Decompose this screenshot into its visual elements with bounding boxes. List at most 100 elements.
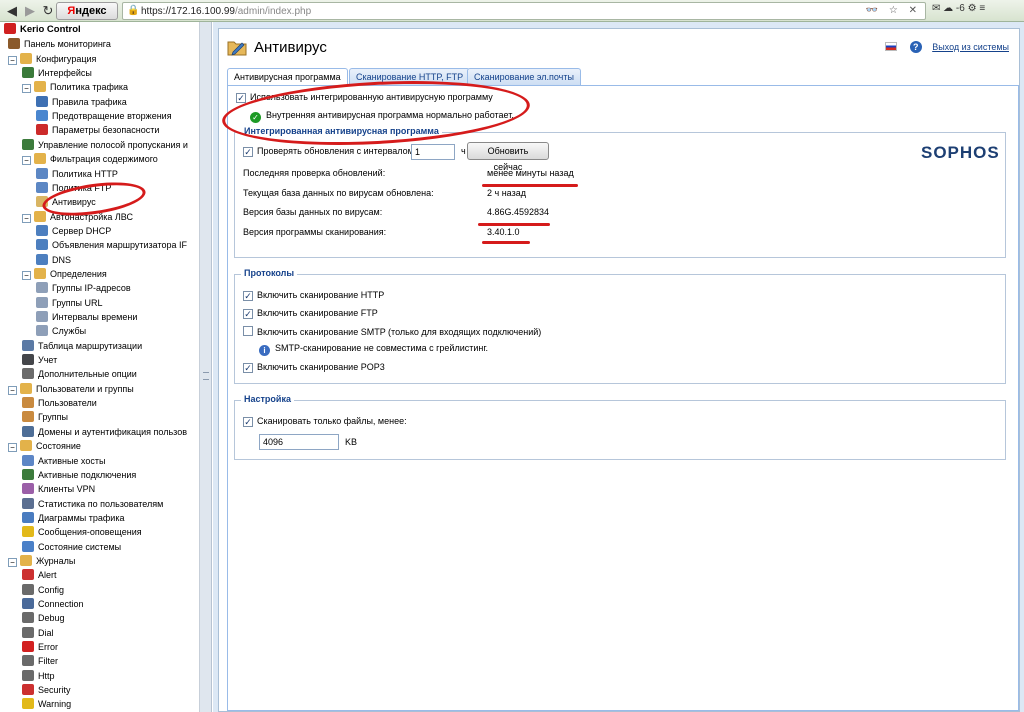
active-connections-icon [22, 468, 34, 480]
tree-item[interactable]: Интерфейсы [22, 66, 92, 80]
http-scan-checkbox[interactable]: ✓ [243, 291, 253, 301]
collapse-toggle-icon[interactable]: − [8, 55, 17, 65]
tree-item[interactable]: Alert [22, 568, 57, 582]
tree-item[interactable]: Правила трафика [36, 95, 127, 109]
tree-item[interactable]: Config [22, 583, 64, 597]
forward-button[interactable]: ▶ [22, 3, 38, 19]
tree-item[interactable]: Домены и аутентификация пользов [22, 425, 187, 439]
lock-icon: 🔒 [127, 5, 140, 16]
tree-item[interactable]: Службы [36, 324, 86, 338]
collapse-toggle-icon[interactable]: − [22, 213, 31, 223]
panel-splitter[interactable] [200, 22, 212, 712]
tree-item[interactable]: Управление полосой пропускания и [22, 138, 188, 152]
address-bar[interactable]: 🔒 https://172.16.100.99/admin/index.php … [122, 2, 926, 20]
tree-item[interactable]: − Определения [22, 267, 107, 281]
reload-button[interactable]: ↻ [40, 3, 56, 19]
tree-item[interactable]: Политика HTTP [36, 167, 118, 181]
language-flag-icon[interactable] [885, 42, 898, 51]
ftp-scan-row: ✓ Включить сканирование FTP [243, 308, 378, 319]
back-button[interactable]: ◀ [4, 3, 20, 19]
tree-item[interactable]: Состояние системы [22, 540, 121, 554]
tree-item-label: Политика трафика [50, 82, 129, 93]
use-integrated-checkbox[interactable]: ✓ [236, 93, 246, 103]
tree-item[interactable]: Таблица маршрутизации [22, 339, 142, 353]
browser-extensions[interactable]: ✉ ☁ -6 ⚙ ≡ [932, 3, 985, 14]
tree-item-label: Connection [38, 599, 84, 609]
splitter-grip[interactable] [203, 372, 209, 380]
tree-item-label: Диаграммы трафика [38, 512, 125, 523]
tab-email-scanning[interactable]: Сканирование эл.почты [467, 68, 581, 85]
tree-item[interactable]: Группы [22, 410, 68, 424]
smtp-scan-row: Включить сканирование SMTP (только для в… [243, 326, 541, 337]
tree-item[interactable]: Статистика по пользователям [22, 497, 163, 511]
tree-item[interactable]: Учет [22, 353, 57, 367]
logout-link[interactable]: Выход из системы [932, 42, 1009, 52]
navigation-tree: Kerio Control Панель мониторинга − Конфигур… [0, 22, 200, 712]
tree-item[interactable]: Dial [22, 626, 54, 640]
collapse-toggle-icon[interactable]: − [8, 443, 17, 453]
tree-item[interactable]: Warning [22, 697, 71, 711]
tree-item[interactable]: Активные подключения [22, 468, 136, 482]
tree-item[interactable]: Параметры безопасности [36, 123, 159, 137]
tree-item[interactable]: Предотвращение вторжения [36, 109, 172, 123]
active-hosts-icon [22, 454, 34, 466]
yandex-button[interactable]: Яндекс [56, 2, 118, 20]
pop3-scan-checkbox[interactable]: ✓ [243, 363, 253, 373]
collapse-toggle-icon[interactable]: − [22, 270, 31, 280]
tree-item-label: Http [38, 670, 55, 681]
pop3-scan-label: Включить сканирование POP3 [257, 362, 385, 372]
tree-item[interactable]: Дополнительные опции [22, 367, 137, 381]
tree-item[interactable]: Connection [22, 597, 84, 611]
db-version-value: 4.86G.4592834 [487, 207, 550, 217]
tree-item[interactable]: Сообщения-оповещения [22, 525, 142, 539]
dhcp-icon [36, 224, 48, 236]
http-scan-row: ✓ Включить сканирование HTTP [243, 290, 384, 301]
tree-item[interactable]: − Пользователи и группы [8, 382, 134, 396]
tree-item[interactable]: − Политика трафика [22, 80, 128, 94]
smtp-scan-checkbox[interactable] [243, 326, 253, 336]
settings-legend: Настройка [241, 394, 294, 404]
tree-item[interactable]: Http [22, 669, 55, 683]
tree-item[interactable]: Пользователи [22, 396, 97, 410]
url-host: https://172.16.100.99 [141, 6, 235, 17]
tab-antivirus-program[interactable]: Антивирусная программа [227, 68, 348, 86]
address-bar-icons[interactable]: 👓 ☆ ✕ [866, 5, 921, 16]
tree-item[interactable]: Error [22, 640, 58, 654]
update-interval-input[interactable]: 1 [411, 144, 455, 160]
tree-item[interactable]: Интервалы времени [36, 310, 137, 324]
tree-item[interactable]: − Состояние [8, 439, 81, 453]
tree-item[interactable]: Сервер DHCP [36, 224, 111, 238]
tree-item-label: Предотвращение вторжения [52, 111, 172, 122]
check-updates-checkbox[interactable]: ✓ [243, 147, 253, 157]
tree-item[interactable]: − Журналы [8, 554, 75, 568]
tree-item[interactable]: Диаграммы трафика [22, 511, 124, 525]
tree-item[interactable]: Debug [22, 611, 65, 625]
collapse-toggle-icon[interactable]: − [22, 156, 31, 166]
collapse-toggle-icon[interactable]: − [8, 385, 17, 395]
tree-item[interactable]: Filter [22, 654, 58, 668]
routing-table-icon [22, 339, 34, 351]
tree-item-label: Объявления маршрутизатора IF [52, 240, 187, 251]
tree-item[interactable]: − Конфигурация [8, 52, 96, 66]
tree-item[interactable]: Группы IP-адресов [36, 281, 131, 295]
ftp-scan-checkbox[interactable]: ✓ [243, 309, 253, 319]
tree-item-label: Группы URL [52, 297, 103, 308]
tree-item[interactable]: Security [22, 683, 71, 697]
tree-item[interactable]: Объявления маршрутизатора IF [36, 238, 187, 252]
folder-icon [34, 267, 46, 279]
tree-item[interactable]: Панель мониторинга [8, 37, 111, 51]
scan-smaller-checkbox[interactable]: ✓ [243, 417, 253, 427]
collapse-toggle-icon[interactable]: − [8, 557, 17, 567]
file-size-input[interactable]: 4096 [259, 434, 339, 450]
tree-item[interactable]: DNS [36, 253, 71, 267]
pop3-scan-row: ✓ Включить сканирование POP3 [243, 362, 385, 373]
sophos-logo: SOPHOS [921, 143, 1000, 162]
tree-item[interactable]: Активные хосты [22, 454, 105, 468]
tree-item[interactable]: Kerio Control [4, 23, 81, 37]
tree-item[interactable]: − Фильтрация содержимого [22, 152, 158, 166]
help-icon[interactable]: ? [909, 41, 922, 53]
collapse-toggle-icon[interactable]: − [22, 84, 31, 94]
update-now-button[interactable]: Обновить сейчас [467, 142, 549, 172]
tree-item[interactable]: Группы URL [36, 296, 103, 310]
tree-item[interactable]: Клиенты VPN [22, 482, 95, 496]
